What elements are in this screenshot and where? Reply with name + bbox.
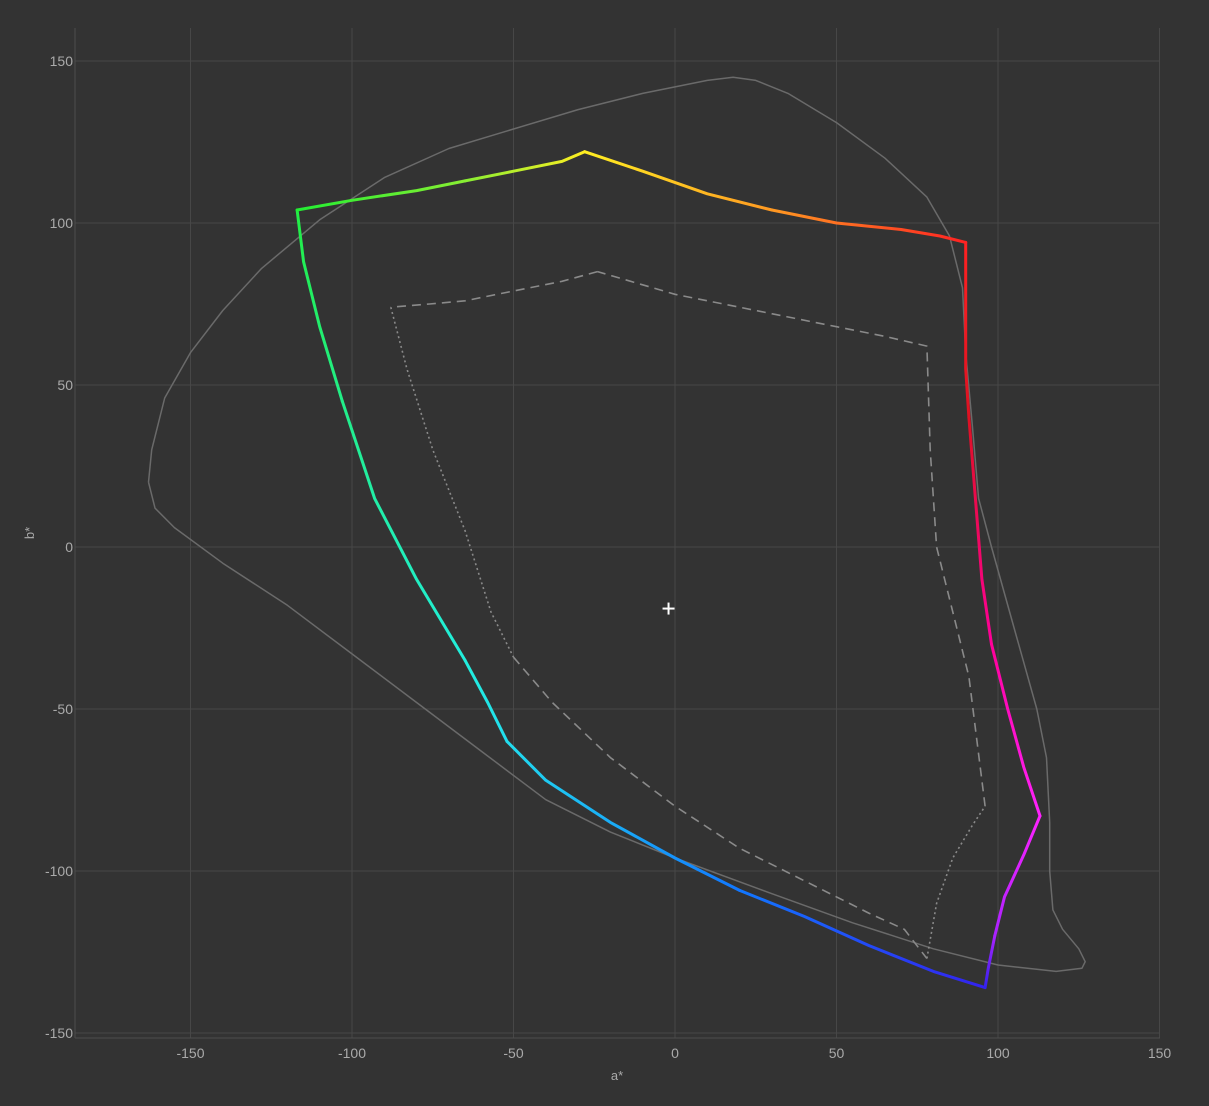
y-axis-label: b* [22, 527, 37, 539]
axes [74, 28, 1160, 1039]
main-gamut [295, 150, 1042, 990]
y-tick-label: -50 [53, 701, 73, 717]
main-gamut-segment [505, 739, 742, 892]
main-gamut-segment [990, 642, 1042, 818]
inner-gamut-dotted-segment [926, 805, 986, 959]
chart-container: -150 -100 -50 0 50 100 150 150 100 50 0 -50 -100 -150… [0, 0, 1209, 1101]
y-tick-label: 100 [50, 215, 74, 231]
y-tick-label: 150 [50, 53, 74, 69]
inner-gamut-dotted-segment [390, 306, 515, 658]
x-tick-label: 150 [1148, 1045, 1172, 1061]
main-gamut-segment [463, 658, 509, 743]
x-tick-label: -50 [503, 1045, 523, 1061]
series-lines [147, 76, 1086, 973]
white-point-marker [662, 602, 675, 615]
main-gamut-segment [967, 415, 993, 646]
gamut-chart: -150 -100 -50 0 50 100 150 150 100 50 0 -50 -100 -150… [22, 28, 1172, 1083]
inner-gamut-dashed-segment [390, 270, 598, 308]
x-tick-label: -100 [338, 1045, 366, 1061]
x-tick-label: 50 [829, 1045, 845, 1061]
main-gamut-segment [583, 150, 774, 212]
inner-gamut-dashed-segment [597, 270, 986, 807]
main-gamut-segment [463, 150, 587, 183]
y-tick-label: 50 [57, 377, 73, 393]
grid [75, 28, 1160, 1038]
x-axis-label: a* [611, 1068, 623, 1083]
x-tick-label: 0 [671, 1045, 679, 1061]
y-tick-label: -100 [45, 863, 73, 879]
y-tick-label: 0 [65, 539, 73, 555]
reference-gamut-outline [147, 76, 1086, 973]
main-gamut-segment [340, 399, 467, 662]
main-gamut-segment [295, 208, 344, 403]
main-gamut-segment [993, 814, 1042, 938]
main-gamut-segment [738, 888, 987, 990]
x-tick-label: -150 [176, 1045, 204, 1061]
x-tick-label: 100 [986, 1045, 1010, 1061]
inner-gamut-dashed-segment [512, 656, 928, 959]
main-gamut-segment [964, 240, 971, 419]
main-gamut-segment [295, 179, 467, 212]
y-tick-label: -150 [45, 1025, 73, 1041]
